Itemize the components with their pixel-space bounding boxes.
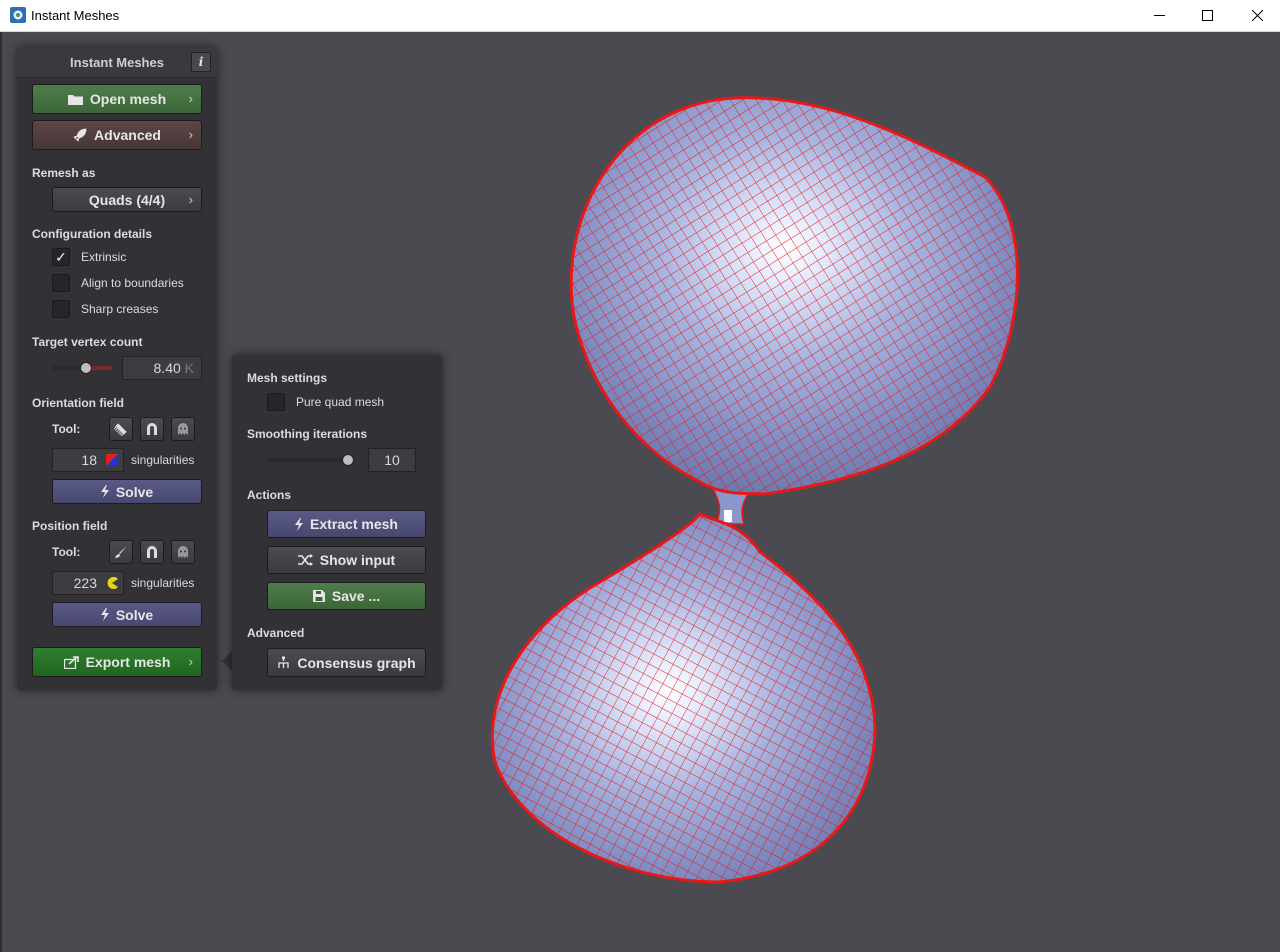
orientation-magnet-tool[interactable] — [140, 417, 164, 441]
comb-icon — [114, 423, 127, 436]
sharp-creases-label: Sharp creases — [81, 302, 159, 316]
sitemap-icon — [278, 656, 290, 668]
pure-quad-label: Pure quad mesh — [296, 395, 385, 409]
position-singularities-label: singularities — [131, 576, 195, 590]
slider-fill — [90, 366, 112, 370]
maximize-icon — [1201, 10, 1213, 21]
orientation-tool-label: Tool: — [52, 422, 81, 436]
save-icon — [312, 590, 325, 602]
orientation-singularities-value: 18 — [81, 452, 97, 468]
close-button[interactable] — [1234, 0, 1280, 31]
extract-mesh-label: Extract mesh — [310, 516, 398, 532]
orientation-ghost-tool[interactable] — [171, 417, 195, 441]
slider-knob[interactable] — [80, 362, 92, 374]
bolt-icon — [295, 517, 304, 531]
open-mesh-button[interactable]: Open mesh › — [32, 84, 202, 114]
extrinsic-label: Extrinsic — [81, 250, 127, 264]
brush-icon — [115, 546, 127, 558]
orientation-singularity-icon — [106, 454, 118, 466]
extract-mesh-button[interactable]: Extract mesh — [267, 510, 426, 538]
ghost-icon — [178, 546, 188, 558]
advanced-section-label: Advanced — [247, 626, 305, 640]
target-vertex-value: 8.40 — [153, 360, 181, 376]
window-left-edge — [0, 32, 2, 952]
sharp-creases-checkbox[interactable] — [52, 300, 70, 318]
target-vertex-input[interactable]: 8.40 K — [122, 356, 202, 380]
magnet-icon — [147, 546, 157, 558]
consensus-graph-label: Consensus graph — [297, 654, 416, 671]
bolt-icon — [100, 608, 109, 621]
maximize-button[interactable] — [1184, 0, 1230, 31]
save-label: Save ... — [331, 588, 381, 604]
advanced-label: Advanced — [94, 127, 161, 143]
folder-icon — [67, 95, 83, 105]
close-icon — [1251, 10, 1263, 21]
orientation-singularities-label: singularities — [131, 453, 195, 467]
shuffle-icon — [297, 554, 313, 566]
configuration-details-label: Configuration details — [32, 227, 152, 241]
ghost-icon — [178, 423, 188, 435]
consensus-graph-button[interactable]: Consensus graph — [267, 648, 426, 677]
app-icon — [10, 7, 26, 23]
pure-quad-checkbox[interactable] — [267, 393, 285, 411]
remesh-as-label: Remesh as — [32, 166, 96, 180]
save-button[interactable]: Save ... — [267, 582, 426, 610]
orientation-solve-button[interactable]: Solve — [52, 479, 202, 504]
window-titlebar: Instant Meshes — [0, 0, 1280, 32]
chevron-right-icon: › — [188, 91, 193, 107]
position-magnet-tool[interactable] — [140, 540, 164, 564]
position-ghost-tool[interactable] — [171, 540, 195, 564]
show-input-button[interactable]: Show input — [267, 546, 426, 574]
align-boundaries-label: Align to boundaries — [81, 276, 184, 290]
rocket-icon — [73, 128, 87, 142]
open-mesh-label: Open mesh — [89, 91, 167, 107]
main-panel-header: Instant Meshes i — [17, 47, 217, 78]
actions-label: Actions — [247, 488, 292, 502]
export-mesh-label: Export mesh — [85, 654, 171, 670]
bolt-icon — [100, 485, 109, 498]
orientation-comb-tool[interactable] — [109, 417, 133, 441]
position-tool-label: Tool: — [52, 545, 81, 559]
magnet-icon — [147, 423, 157, 435]
chevron-right-icon: › — [188, 127, 193, 143]
export-icon — [63, 655, 79, 669]
align-boundaries-checkbox[interactable] — [52, 274, 70, 292]
position-brush-tool[interactable] — [109, 540, 133, 564]
show-input-label: Show input — [319, 552, 396, 568]
main-panel: Instant Meshes i Open mesh › Advanced › … — [17, 47, 217, 690]
smoothing-input[interactable]: 10 — [368, 448, 416, 472]
info-button[interactable]: i — [191, 52, 211, 72]
export-mesh-button[interactable]: Export mesh › — [32, 647, 202, 677]
smoothing-value: 10 — [384, 452, 400, 468]
position-solve-button[interactable]: Solve — [52, 602, 202, 627]
target-vertex-unit: K — [184, 360, 194, 376]
mesh-settings-label: Mesh settings — [247, 371, 328, 385]
position-singularities-value: 223 — [73, 575, 97, 591]
position-field-label: Position field — [32, 519, 108, 533]
export-panel: Mesh settings Pure quad mesh Smoothing i… — [232, 355, 442, 690]
advanced-button[interactable]: Advanced › — [32, 120, 202, 150]
minimize-icon — [1153, 15, 1165, 16]
remesh-mode-dropdown[interactable]: Quads (4/4) › — [52, 187, 202, 212]
window-title: Instant Meshes — [31, 8, 120, 23]
extrinsic-checkbox[interactable]: ✓ — [52, 248, 70, 266]
chevron-right-icon: › — [188, 191, 193, 207]
popup-pointer — [222, 651, 232, 671]
slider-knob[interactable] — [342, 454, 354, 466]
orientation-solve-label: Solve — [115, 483, 154, 500]
main-panel-title: Instant Meshes — [70, 55, 164, 70]
position-solve-label: Solve — [115, 606, 154, 623]
smoothing-iterations-label: Smoothing iterations — [247, 427, 367, 441]
orientation-field-label: Orientation field — [32, 396, 125, 410]
slider-track — [267, 458, 352, 462]
chevron-right-icon: › — [188, 654, 193, 670]
remesh-mode-value: Quads (4/4) — [88, 191, 166, 208]
minimize-button[interactable] — [1136, 0, 1182, 31]
position-singularity-icon — [107, 577, 118, 589]
target-vertex-count-label: Target vertex count — [32, 335, 143, 349]
